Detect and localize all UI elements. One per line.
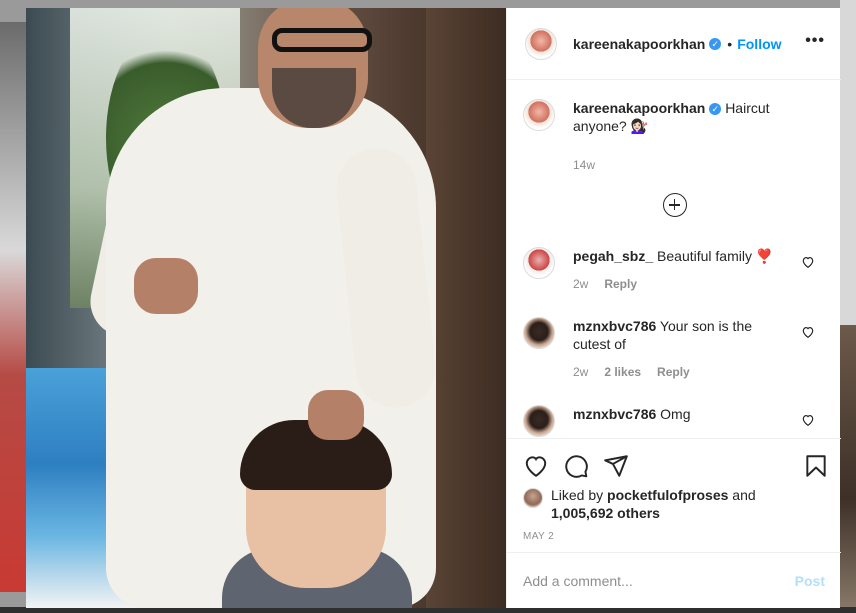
background-post-right-top [840, 0, 856, 325]
verified-badge-icon: ✓ [709, 37, 722, 50]
commenter-avatar[interactable] [523, 247, 555, 279]
post-photo[interactable] [26, 8, 506, 608]
photo-door [426, 8, 506, 608]
comment-input[interactable] [523, 572, 795, 589]
caption-author-username[interactable]: kareenakapoorkhan [573, 100, 705, 116]
likes-and: and [732, 487, 756, 503]
post-actions-bar [507, 438, 841, 488]
author-avatar[interactable] [525, 27, 557, 60]
add-circle-icon[interactable] [663, 193, 687, 217]
comment-icon[interactable] [563, 453, 589, 479]
likes-summary: Liked by pocketfulofproses and 1,005,692… [523, 486, 791, 522]
liker-avatar[interactable] [523, 488, 543, 508]
like-comment-heart-icon[interactable] [801, 413, 815, 427]
commenter-username[interactable]: mznxbvc786 [573, 406, 656, 422]
reply-button[interactable]: Reply [657, 363, 690, 381]
post-date[interactable]: MAY 2 [523, 531, 554, 542]
add-comment-bar: Post [507, 552, 841, 608]
post-header: kareenakapoorkhan ✓ • Follow ••• [507, 8, 841, 80]
share-icon[interactable] [603, 453, 629, 479]
commenter-avatar[interactable] [523, 405, 555, 437]
reply-button[interactable]: Reply [604, 275, 637, 293]
comment-meta: 2w 2 likes Reply [573, 363, 793, 381]
bookmark-icon[interactable] [803, 453, 829, 479]
likes-others-count[interactable]: 1,005,692 others [551, 505, 660, 521]
photo-hand-scissors [134, 258, 198, 314]
comment-body: pegah_sbz_ Beautiful family ❣️ 2w Reply [573, 247, 793, 293]
comment-item: mznxbvc786 Your son is the cutest of 2w … [523, 317, 825, 381]
follow-button[interactable]: Follow [737, 36, 781, 52]
comment-item: pegah_sbz_ Beautiful family ❣️ 2w Reply [523, 247, 825, 293]
photo-hand-hair [308, 390, 364, 440]
like-comment-heart-icon[interactable] [801, 325, 815, 339]
post-detail-panel: kareenakapoorkhan ✓ • Follow ••• kareena… [506, 8, 841, 608]
caption-time[interactable]: 14w [573, 158, 595, 172]
caption-text: kareenakapoorkhan ✓ Haircut anyone? 💇🏻‍♀️ [573, 99, 793, 135]
comment-item: mznxbvc786 Omg [523, 405, 825, 437]
likes-prefix: Liked by [551, 487, 604, 503]
comment-body: mznxbvc786 Your son is the cutest of 2w … [573, 317, 793, 381]
comments-list[interactable]: kareenakapoorkhan ✓ Haircut anyone? 💇🏻‍♀️… [507, 81, 841, 437]
author-username[interactable]: kareenakapoorkhan [573, 36, 705, 52]
liked-by-username[interactable]: pocketfulofproses [607, 487, 728, 503]
commenter-username[interactable]: mznxbvc786 [573, 318, 656, 334]
comment-time[interactable]: 2w [573, 275, 588, 293]
likes-text: Liked by pocketfulofproses and 1,005,692… [551, 486, 791, 522]
comment-text: Beautiful family ❣️ [657, 248, 774, 264]
background-post-left [0, 22, 26, 592]
post-comment-button[interactable]: Post [795, 573, 825, 589]
caption-author-avatar[interactable] [523, 99, 555, 131]
comment-body: mznxbvc786 Omg [573, 405, 793, 437]
commenter-avatar[interactable] [523, 317, 555, 349]
comment-time[interactable]: 2w [573, 363, 588, 381]
background-post-right-bottom [840, 325, 856, 613]
comment-meta: 2w Reply [573, 275, 793, 293]
like-comment-heart-icon[interactable] [801, 255, 815, 269]
more-options-icon[interactable]: ••• [805, 32, 825, 50]
separator-dot: • [727, 35, 733, 52]
comment-likes-count[interactable]: 2 likes [604, 363, 641, 381]
verified-badge-icon: ✓ [709, 103, 722, 116]
commenter-username[interactable]: pegah_sbz_ [573, 248, 653, 264]
caption-row: kareenakapoorkhan ✓ Haircut anyone? 💇🏻‍♀️ [523, 99, 793, 135]
heart-icon[interactable] [523, 453, 549, 479]
photo-man-glasses [272, 28, 372, 52]
comment-text: Omg [660, 406, 691, 422]
